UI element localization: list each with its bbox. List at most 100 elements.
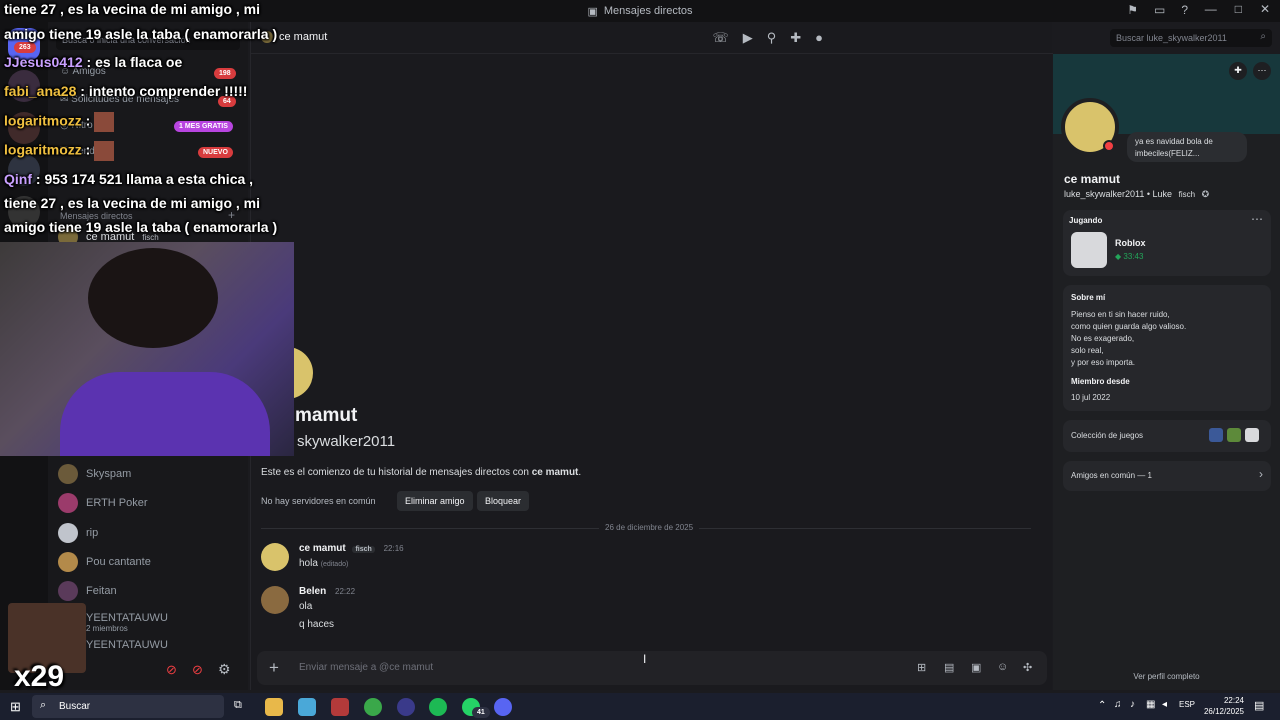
screen-icon[interactable]: ▭ (1154, 3, 1165, 17)
chat-area: ce mamut ☏ ▶ ⚲ ✚ ● mamut skywalker2011 E… (250, 22, 1053, 690)
mutual-friends-card[interactable]: Amigos en común — 1 › (1063, 461, 1271, 491)
volume-icon[interactable]: ◂ (1162, 699, 1167, 710)
date-divider: 26 de diciembre de 2025 (599, 523, 700, 532)
dm-search[interactable]: Buscar luke_skywalker2011 ⌕ (1110, 29, 1272, 47)
message-text: hola (editado) (299, 558, 349, 569)
minimize-icon[interactable]: — (1205, 2, 1217, 16)
message-author[interactable]: Belen 22:22 (299, 586, 355, 597)
obs-icon[interactable] (397, 698, 415, 716)
message-input[interactable]: Enviar mensaje a @ce mamut (299, 662, 433, 673)
clan-tag: fisch (352, 546, 375, 553)
mute-icon[interactable]: ⊘ (166, 662, 177, 678)
dm-item-skyspam[interactable]: Skyspam (58, 461, 238, 487)
notepad-icon[interactable] (298, 698, 316, 716)
taskbar-search[interactable]: ⌕ Buscar (32, 695, 224, 718)
apps-icon[interactable]: ✣ (1023, 661, 1032, 674)
game-collection-card[interactable]: Colección de juegos (1063, 420, 1271, 452)
emote-multiplier: x29 (14, 660, 65, 693)
roblox-icon (1071, 232, 1107, 268)
avatar[interactable] (261, 586, 289, 614)
dnd-status-icon (1103, 140, 1115, 152)
sticker-icon[interactable]: ▣ (971, 661, 981, 674)
dm-item-feitan[interactable]: Feitan (58, 578, 238, 604)
spotify-icon[interactable] (429, 698, 447, 716)
friends-badge: 198 (214, 68, 236, 79)
task-view-icon[interactable]: ⧉ (234, 699, 242, 712)
call-icon[interactable]: ☏ (712, 30, 728, 46)
remove-friend-button[interactable]: Eliminar amigo (397, 491, 473, 511)
overlay-chat-line: amigo tiene 19 asle la taba ( enamorarla… (4, 26, 278, 42)
message-text: ola (299, 601, 313, 612)
profile-display-name: ce mamut (1064, 172, 1121, 186)
add-friend-icon[interactable]: ✚ (1229, 62, 1247, 80)
more-icon[interactable]: ⋯ (1253, 62, 1271, 80)
chevron-up-icon[interactable]: ⌃ (1098, 700, 1106, 711)
gif-icon[interactable]: ▤ (944, 661, 954, 674)
game-icon (1209, 428, 1223, 442)
view-full-profile-link[interactable]: Ver perfil completo (1053, 672, 1280, 681)
help-icon[interactable]: ? (1181, 3, 1188, 17)
video-icon[interactable]: ▶ (743, 30, 753, 46)
tray-icon[interactable]: ♫ (1114, 699, 1122, 710)
dm-item-pou-cantante[interactable]: Pou cantante (58, 549, 238, 575)
settings-icon[interactable]: ⚙ (218, 661, 231, 678)
avatar (58, 493, 78, 513)
window-controls: — □ ✕ (1205, 2, 1270, 16)
message-author[interactable]: ce mamut fisch 22:16 (299, 543, 404, 554)
dm-icon: ▣ (587, 5, 598, 18)
discord-icon[interactable] (494, 698, 512, 716)
about-text: Pienso en ti sin hacer ruido, como quien… (1071, 310, 1187, 367)
no-servers-label: No hay servidores en común (261, 496, 376, 506)
profile-toggle-icon[interactable]: ● (815, 30, 823, 46)
language-indicator[interactable]: ESP (1179, 700, 1195, 709)
chrome-icon[interactable] (364, 698, 382, 716)
pin-icon[interactable]: ⚲ (767, 30, 777, 46)
more-icon[interactable]: ⋯ (1251, 212, 1263, 226)
maximize-icon[interactable]: □ (1235, 2, 1242, 16)
roblox-icon (1245, 428, 1259, 442)
message-text: q haces (299, 619, 335, 630)
message: ce mamut fisch 22:16 hola (editado) (261, 543, 1021, 575)
overlay-chat-line: logaritmozz : (4, 112, 115, 132)
avatar[interactable] (261, 543, 289, 571)
microphone-icon[interactable]: ♪ (1130, 699, 1135, 710)
add-friends-icon[interactable]: ✚ (790, 30, 801, 46)
overlay-chat-line: logaritmozz : (4, 141, 115, 161)
mutual-friends-label: Amigos en común — 1 (1071, 471, 1152, 480)
app-icon[interactable] (331, 698, 349, 716)
notifications-icon[interactable]: ▤ (1254, 699, 1264, 712)
webcam-overlay (0, 242, 294, 456)
windows-start-icon[interactable]: ⊞ (10, 699, 21, 715)
message-composer: + Enviar mensaje a @ce mamut ⊞ ▤ ▣ ☺ ✣ (257, 651, 1047, 685)
overlay-chat-line: amigo tiene 19 asle la taba ( enamorarla… (4, 219, 278, 235)
overlay-chat-line: Qinf : 953 174 521 llama a esta chica , (4, 171, 254, 187)
profile-username-row: luke_skywalker2011 • Luke fisch ✪ (1064, 189, 1210, 199)
network-icon[interactable]: ▦ (1146, 699, 1155, 710)
dm-item-erth-poker[interactable]: ERTH Poker (58, 490, 238, 516)
game-time: ◆ 33:43 (1115, 252, 1144, 261)
file-explorer-icon[interactable] (265, 698, 283, 716)
overlay-chat-line: JJesus0412 : es la flaca oe (4, 54, 183, 70)
clock[interactable]: 22:24 26/12/2025 (1200, 695, 1244, 717)
emoji-icon[interactable]: ☺ (997, 661, 1008, 673)
webcam-person (88, 248, 218, 348)
dm-item-rip[interactable]: rip (58, 520, 238, 546)
games-collection-label: Colección de juegos (1071, 431, 1144, 440)
avatar (58, 552, 78, 572)
chevron-right-icon: › (1259, 467, 1263, 481)
attach-icon[interactable]: + (269, 658, 279, 678)
activity-card: Jugando ⋯ Roblox ◆ 33:43 (1063, 210, 1271, 276)
about-label: Sobre mí (1071, 293, 1106, 302)
block-button[interactable]: Bloquear (477, 491, 530, 511)
inbox-icon[interactable]: ⚑ (1127, 3, 1138, 17)
message-time: 22:16 (383, 544, 404, 553)
overlay-chat-line: fabi_ana28 : intento comprender !!!!! (4, 83, 248, 99)
deafen-icon[interactable]: ⊘ (192, 662, 203, 678)
emote-image (94, 112, 115, 132)
message: Belen 22:22 ola q haces (261, 586, 1021, 634)
gift-icon[interactable]: ⊞ (917, 661, 926, 674)
profile-panel: ✚ ⋯ ya es navidad bola de imbeciles(FELI… (1053, 54, 1280, 690)
new-badge: NUEVO (198, 147, 233, 158)
close-icon[interactable]: ✕ (1260, 2, 1270, 16)
badge-icon: ✪ (1201, 189, 1210, 199)
